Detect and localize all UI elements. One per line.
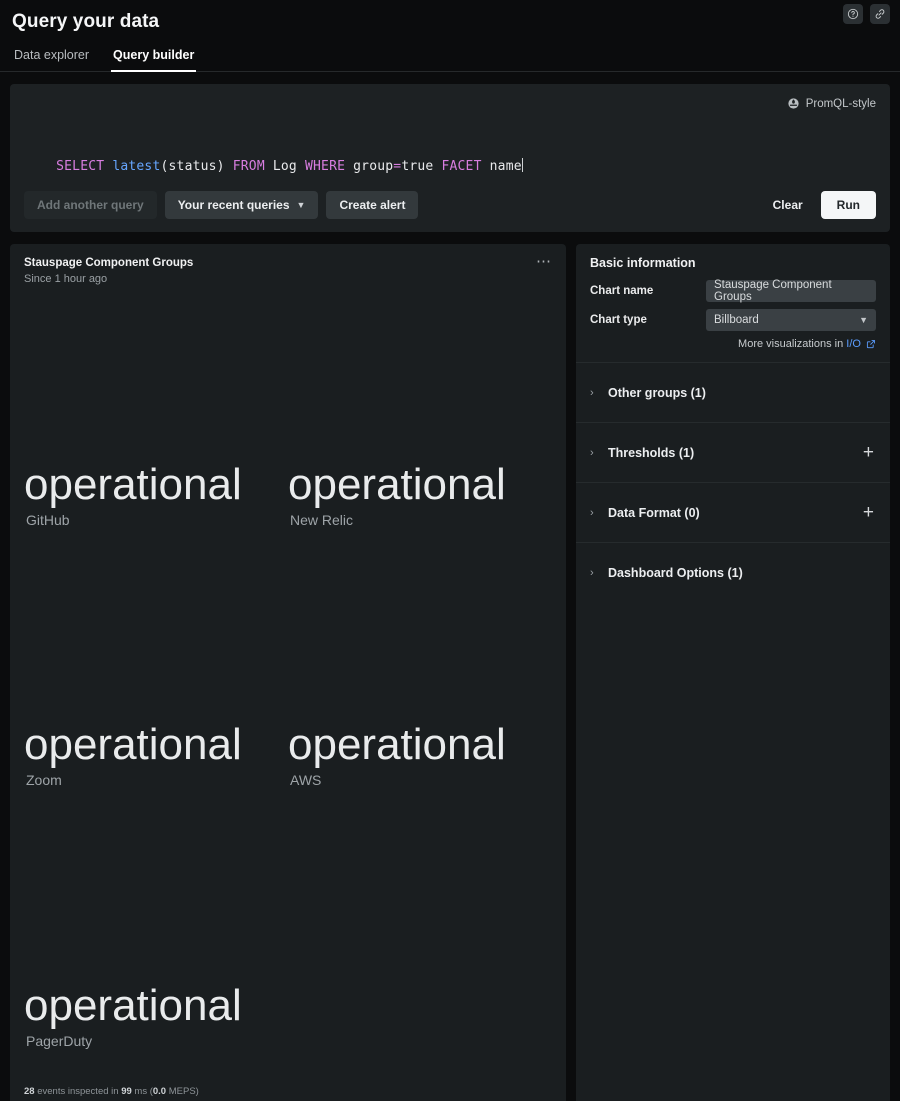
add-another-query-button[interactable]: Add another query [24,191,157,219]
add-data-format-icon[interactable]: + [863,504,874,522]
chevron-right-icon: › [590,447,608,459]
sql-token-true: true [401,159,441,174]
tab-bar: Data explorer Query builder [0,46,900,72]
billboard-label: New Relic [290,511,353,529]
meps-value: 0.0 [153,1086,166,1097]
external-link-icon [861,338,876,350]
billboard-label: AWS [290,771,321,789]
duration-value: 99 [121,1086,132,1097]
chart-name-row: Chart name Stauspage Component Groups [590,280,876,302]
promql-style-badge[interactable]: PromQL-style [787,97,876,110]
section-title: Thresholds (1) [608,446,694,460]
chevron-right-icon: › [590,507,608,519]
tab-data-explorer[interactable]: Data explorer [12,46,91,72]
chevron-down-icon: ▼ [297,200,306,210]
sql-token-where: WHERE [305,159,345,174]
page-title: Query your data [12,10,888,34]
billboard-cell: operational AWS [288,553,552,814]
sql-token-name: name [482,159,522,174]
io-link[interactable]: I/O [846,338,861,350]
billboard-cell-empty [288,813,552,1074]
sql-token-group: group [345,159,393,174]
chevron-down-icon: ▼ [859,315,868,325]
chart-type-select[interactable]: Billboard ▼ [706,309,876,331]
billboard-cell: operational Zoom [24,553,288,814]
more-visualizations: More visualizations in I/O [590,338,876,350]
events-text: events inspected in [35,1086,122,1097]
section-title: Data Format (0) [608,506,700,520]
billboard-value: operational [24,461,242,509]
billboard-value: operational [288,721,506,769]
events-count: 28 [24,1086,35,1097]
sql-token-select: SELECT [56,159,104,174]
chart-type-row: Chart type Billboard ▼ [590,309,876,331]
sql-token-latest: latest [112,159,160,174]
billboard-cell: operational New Relic [288,292,552,553]
text-caret [522,158,523,172]
sql-token-from: FROM [233,159,265,174]
add-threshold-icon[interactable]: + [863,444,874,462]
chart-name-value: Stauspage Component Groups [714,279,868,303]
chart-type-value: Billboard [714,314,759,326]
query-action-bar: Add another query Your recent queries ▼ … [24,191,876,219]
settings-panel: Basic information Chart name Stauspage C… [576,244,890,1101]
create-alert-button[interactable]: Create alert [326,191,418,219]
billboard-cell: operational PagerDuty [24,813,288,1074]
help-icon[interactable] [843,4,863,24]
prometheus-icon [787,97,800,110]
section-title: Dashboard Options (1) [608,566,743,580]
header-actions [843,4,890,24]
section-dashboard-options[interactable]: › Dashboard Options (1) [576,542,890,602]
billboard-value: operational [288,461,506,509]
sql-token-status: (status) [160,159,232,174]
basic-information-title: Basic information [590,256,876,270]
tab-query-builder[interactable]: Query builder [111,46,196,72]
query-stats: 28 events inspected in 99 ms (0.0 MEPS) [24,1086,199,1098]
duration-unit: ms ( [132,1086,153,1097]
query-input[interactable]: SELECT latest(status) FROM Log WHERE gro… [24,140,876,194]
billboard-label: Zoom [26,771,62,789]
section-other-groups[interactable]: › Other groups (1) [576,362,890,422]
recent-queries-label: Your recent queries [178,198,290,212]
chart-panel: Stauspage Component Groups Since 1 hour … [10,244,566,1101]
billboard-grid: operational GitHub operational New Relic… [24,292,552,1074]
chart-type-label: Chart type [590,314,706,326]
meps-unit: MEPS) [166,1086,199,1097]
sql-token-log: Log [265,159,305,174]
section-data-format[interactable]: › Data Format (0) + [576,482,890,542]
basic-information-section: Basic information Chart name Stauspage C… [576,256,890,362]
chart-name-label: Chart name [590,285,706,297]
billboard-value: operational [24,982,242,1030]
billboard-cell: operational GitHub [24,292,288,553]
promql-style-label: PromQL-style [806,98,876,110]
run-button[interactable]: Run [821,191,876,219]
section-title: Other groups (1) [608,386,706,400]
query-editor-card: PromQL-style SELECT latest(status) FROM … [10,84,890,232]
clear-button[interactable]: Clear [763,191,813,219]
billboard-label: PagerDuty [26,1032,92,1050]
link-icon[interactable] [870,4,890,24]
chart-time-range: Since 1 hour ago [24,272,552,287]
chart-title: Stauspage Component Groups [24,256,552,271]
more-visualizations-prefix: More visualizations in [738,338,846,350]
section-thresholds[interactable]: › Thresholds (1) + [576,422,890,482]
billboard-value: operational [24,721,242,769]
chart-name-input[interactable]: Stauspage Component Groups [706,280,876,302]
sql-token-facet: FACET [441,159,481,174]
body-split: Stauspage Component Groups Since 1 hour … [10,244,890,1101]
page-header: Query your data [0,0,900,34]
chevron-right-icon: › [590,387,608,399]
billboard-label: GitHub [26,511,70,529]
chevron-right-icon: › [590,567,608,579]
recent-queries-button[interactable]: Your recent queries ▼ [165,191,319,219]
kebab-menu-icon[interactable]: ⋯ [536,256,552,268]
